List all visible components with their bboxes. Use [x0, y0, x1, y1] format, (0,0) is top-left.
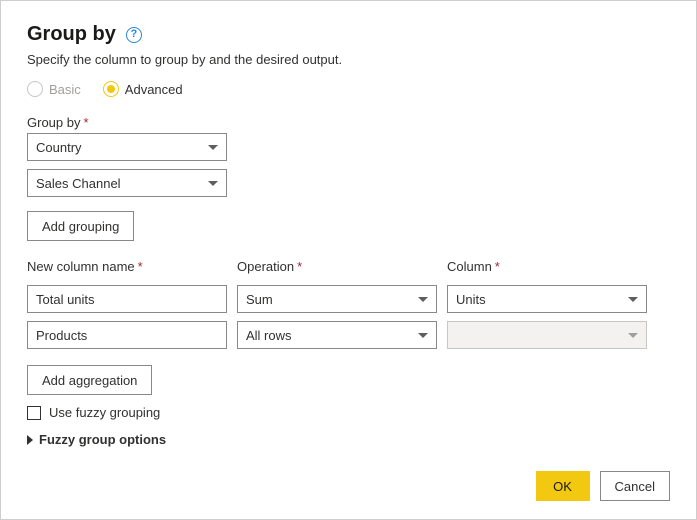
column-dropdown-0[interactable]: Units	[447, 285, 647, 313]
dropdown-value: Country	[36, 140, 82, 155]
dropdown-value: Sales Channel	[36, 176, 121, 191]
dialog-subtitle: Specify the column to group by and the d…	[27, 52, 670, 67]
chevron-down-icon	[208, 181, 218, 186]
radio-circle-icon	[27, 81, 43, 97]
radio-basic-label: Basic	[49, 82, 81, 97]
help-icon[interactable]: ?	[126, 27, 142, 43]
mode-radio-group: Basic Advanced	[27, 81, 670, 97]
operation-dropdown-1[interactable]: All rows	[237, 321, 437, 349]
add-grouping-button[interactable]: Add grouping	[27, 211, 134, 241]
chevron-down-icon	[418, 333, 428, 338]
operation-dropdown-0[interactable]: Sum	[237, 285, 437, 313]
column-dropdown-1	[447, 321, 647, 349]
radio-basic[interactable]: Basic	[27, 81, 81, 97]
new-column-name-label: New column name*	[27, 259, 227, 274]
dropdown-value: Units	[456, 292, 486, 307]
dropdown-value: Sum	[246, 292, 273, 307]
ok-button[interactable]: OK	[536, 471, 590, 501]
chevron-down-icon	[208, 145, 218, 150]
radio-advanced-label: Advanced	[125, 82, 183, 97]
dropdown-value: All rows	[246, 328, 292, 343]
dialog-footer: OK Cancel	[536, 471, 670, 501]
fuzzy-options-expander[interactable]: Fuzzy group options	[27, 432, 670, 447]
group-by-label: Group by*	[27, 115, 670, 130]
add-aggregation-button[interactable]: Add aggregation	[27, 365, 152, 395]
new-column-name-input-1[interactable]: Products	[27, 321, 227, 349]
fuzzy-options-label: Fuzzy group options	[39, 432, 166, 447]
fuzzy-grouping-checkbox[interactable]	[27, 406, 41, 420]
cancel-button[interactable]: Cancel	[600, 471, 670, 501]
group-by-dropdown-1[interactable]: Sales Channel	[27, 169, 227, 197]
fuzzy-grouping-label: Use fuzzy grouping	[49, 405, 160, 420]
group-by-dropdown-0[interactable]: Country	[27, 133, 227, 161]
chevron-down-icon	[418, 297, 428, 302]
operation-label: Operation*	[237, 259, 437, 274]
group-by-dialog: Group by ? Specify the column to group b…	[0, 0, 697, 520]
chevron-down-icon	[628, 333, 638, 338]
chevron-down-icon	[628, 297, 638, 302]
radio-advanced[interactable]: Advanced	[103, 81, 183, 97]
chevron-right-icon	[27, 435, 33, 445]
new-column-name-input-0[interactable]: Total units	[27, 285, 227, 313]
dialog-title: Group by	[27, 23, 116, 46]
radio-circle-icon	[103, 81, 119, 97]
column-label: Column*	[447, 259, 647, 274]
